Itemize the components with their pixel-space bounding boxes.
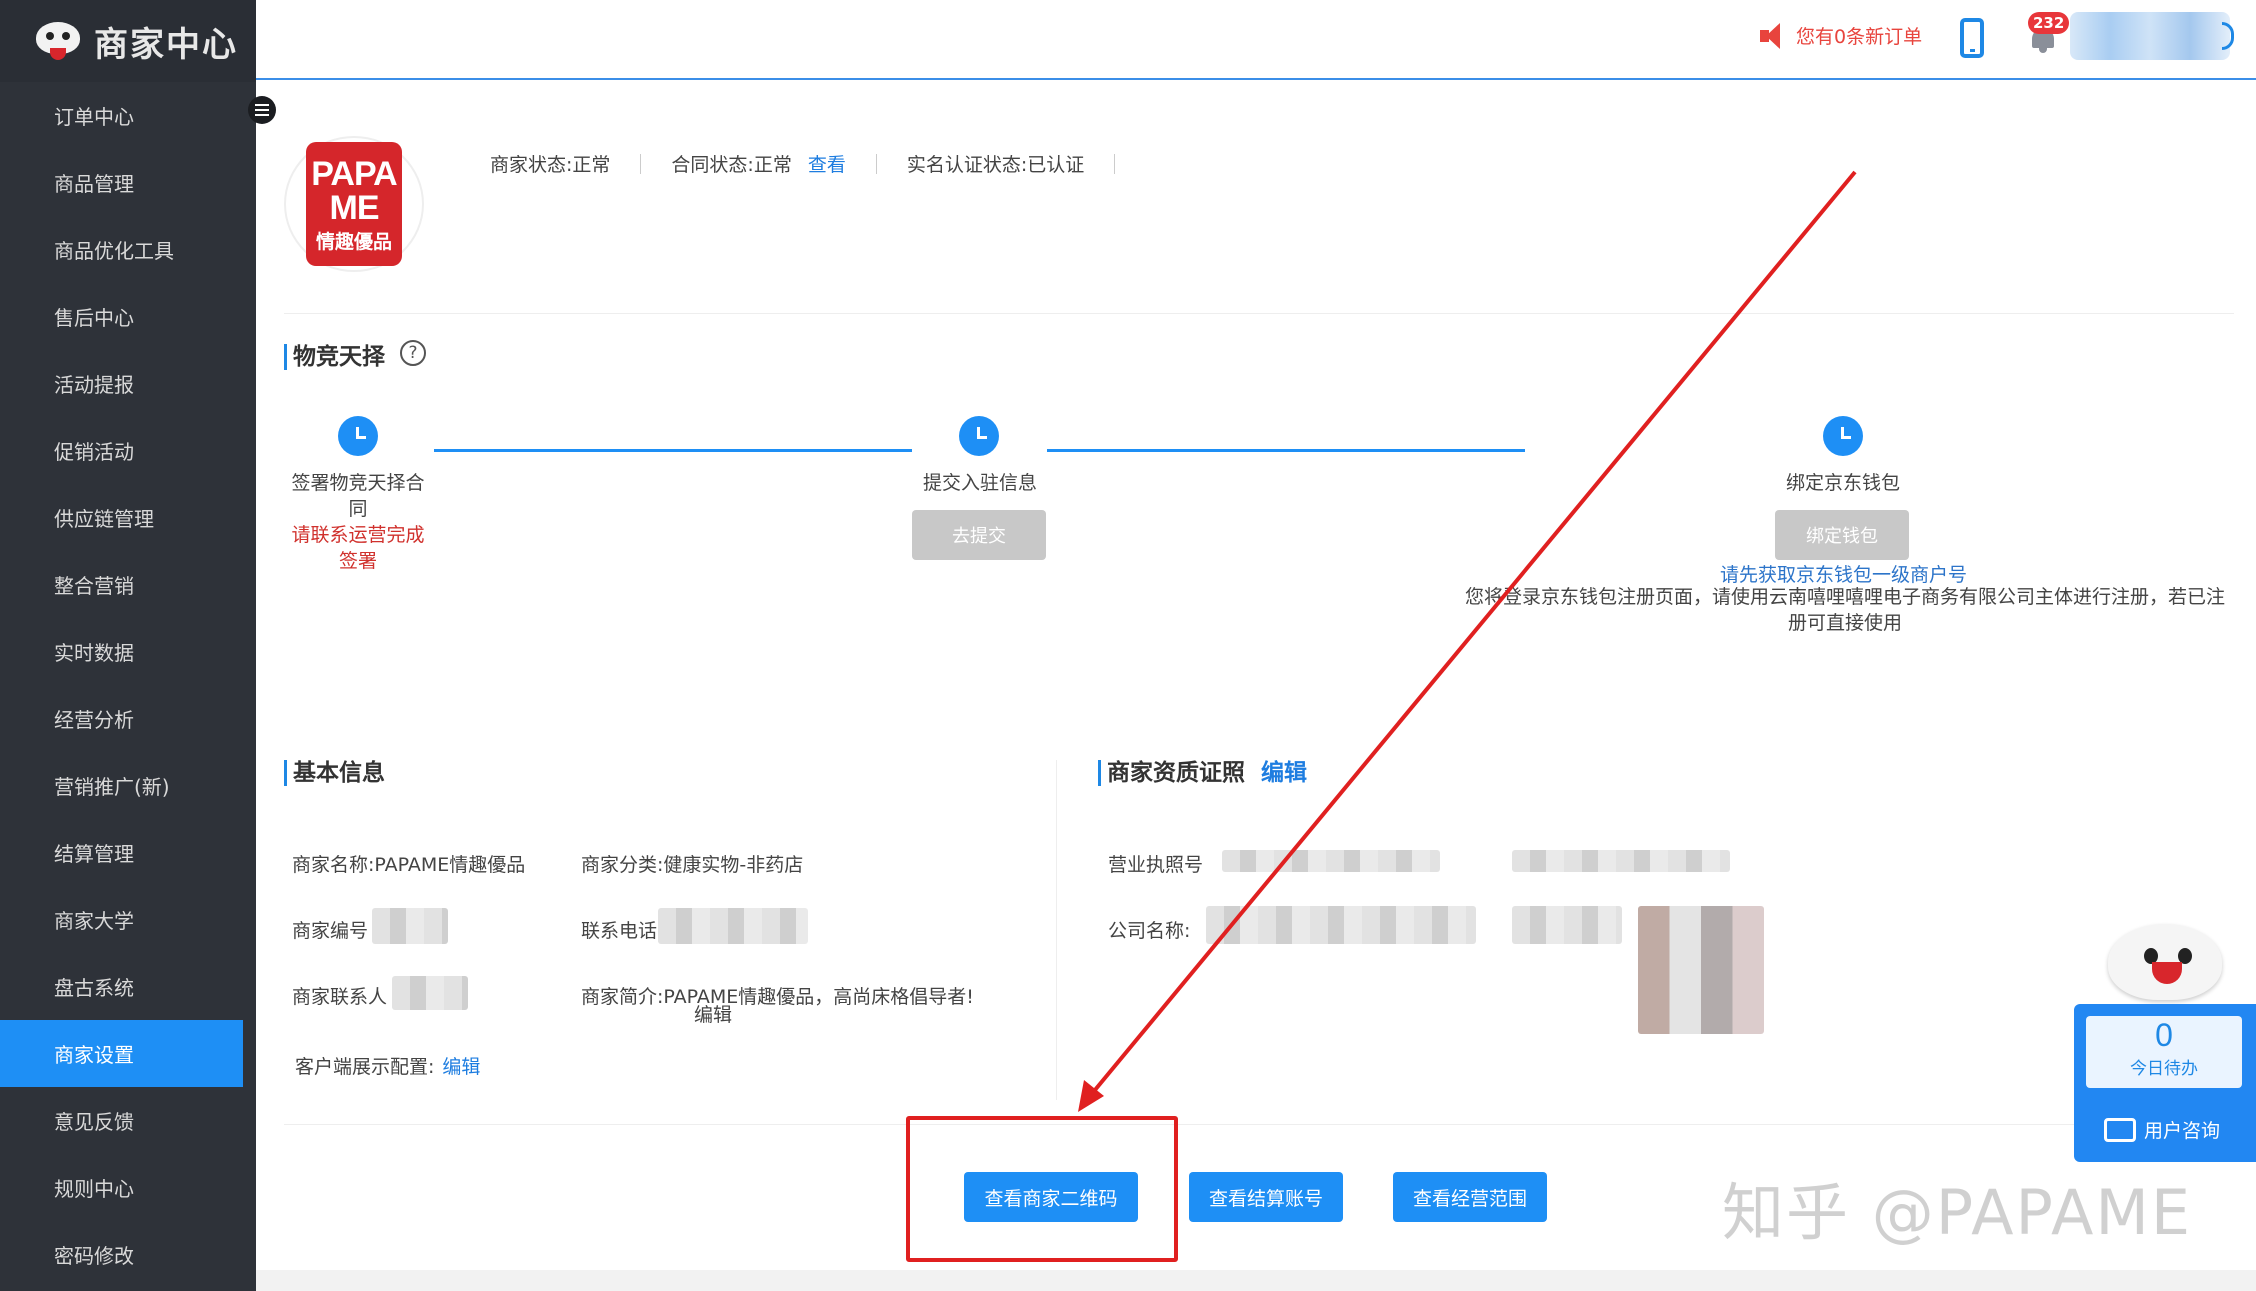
contact-label: 商家联系人 bbox=[292, 986, 388, 1008]
sidebar-item[interactable]: 实时数据 bbox=[0, 618, 243, 685]
client-config-label: 客户端展示配置: bbox=[295, 1056, 435, 1078]
client-config-edit-link[interactable]: 编辑 bbox=[442, 1056, 480, 1078]
company-name-label: 公司名称: bbox=[1108, 920, 1191, 942]
sidebar-item[interactable]: 密码修改 bbox=[0, 1221, 243, 1288]
divider bbox=[284, 313, 2234, 314]
store-name-label: 商家名称: bbox=[292, 854, 375, 876]
sidebar-item[interactable]: 售后中心 bbox=[0, 283, 243, 350]
license-image-blurred[interactable] bbox=[1638, 906, 1764, 1034]
mascot-icon bbox=[2098, 918, 2230, 1008]
divider bbox=[284, 1124, 2234, 1125]
store-id-blurred bbox=[372, 908, 448, 944]
step-2-clock-icon bbox=[959, 416, 999, 456]
speaker-icon bbox=[1760, 22, 1790, 49]
store-status-bar: 商家状态: 正常 合同状态: 正常 查看 实名认证状态: 已认证 bbox=[490, 150, 1145, 177]
license-number-blurred bbox=[1222, 850, 1440, 872]
step-connector bbox=[434, 449, 912, 452]
sidebar-item[interactable]: 盘古系统 bbox=[0, 953, 243, 1020]
todo-label: 今日待办 bbox=[2130, 1059, 2198, 1079]
company-extra-blurred bbox=[1512, 906, 1622, 944]
service-widget: 0 今日待办 用户咨询 bbox=[2074, 1004, 2256, 1162]
mascot-logo-icon bbox=[30, 18, 86, 64]
step-3-label: 绑定京东钱包 bbox=[1785, 472, 1900, 494]
chat-icon bbox=[2104, 1117, 2136, 1142]
papame-logo: PAPA ME 情趣優品 bbox=[306, 142, 402, 266]
annotation-highlight-box bbox=[906, 1116, 1178, 1262]
user-account-blurred[interactable] bbox=[2070, 12, 2230, 60]
sidebar-item[interactable]: 商家大学 bbox=[0, 886, 243, 953]
logistics-section-title: 物竞天择 bbox=[284, 344, 385, 370]
todo-count: 0 bbox=[2155, 1017, 2173, 1053]
license-title: 商家资质证照 bbox=[1107, 760, 1245, 786]
wallet-description: 您将登录京东钱包注册页面，请使用云南嘻哩嘻哩电子商务有限公司主体进行注册，若已注… bbox=[1464, 586, 2225, 634]
new-order-text: 您有0条新订单 bbox=[1796, 26, 1923, 48]
basic-info-title: 基本信息 bbox=[284, 760, 385, 786]
column-divider bbox=[1056, 760, 1057, 1100]
sidebar-item[interactable]: 整合营销 bbox=[0, 551, 243, 618]
sidebar-item[interactable]: 营销推广(新) bbox=[0, 752, 243, 819]
merchant-status-label: 商家状态: bbox=[490, 154, 573, 176]
merchant-status-value: 正常 bbox=[572, 154, 611, 176]
sidebar-item[interactable]: 活动提报 bbox=[0, 350, 243, 417]
realname-status-value: 已认证 bbox=[1027, 154, 1085, 176]
sidebar-item[interactable]: 商品优化工具 bbox=[0, 216, 243, 283]
view-settlement-account-button[interactable]: 查看结算账号 bbox=[1189, 1172, 1343, 1222]
step-2-label: 提交入驻信息 bbox=[922, 472, 1037, 494]
sidebar-item[interactable]: 商品管理 bbox=[0, 149, 243, 216]
wallet-hint-link[interactable]: 请先获取京东钱包一级商户号 bbox=[1720, 560, 1967, 587]
license-extra-blurred bbox=[1512, 850, 1730, 872]
intro-edit-link[interactable]: 编辑 bbox=[694, 1000, 732, 1027]
sidebar-item[interactable]: 促销活动 bbox=[0, 417, 243, 484]
sidebar-item[interactable]: 经营分析 bbox=[0, 685, 243, 752]
license-number-label: 营业执照号 bbox=[1108, 854, 1204, 876]
sidebar-item[interactable]: 结算管理 bbox=[0, 819, 243, 886]
realname-status-label: 实名认证状态: bbox=[906, 154, 1028, 176]
mobile-icon[interactable] bbox=[1960, 18, 1984, 58]
contract-status-label: 合同状态: bbox=[671, 154, 754, 176]
step-1-label: 签署物竞天择合同 bbox=[291, 472, 425, 520]
contact-blurred bbox=[392, 976, 468, 1010]
sidebar-item[interactable]: 订单中心 bbox=[0, 82, 243, 149]
submit-info-button[interactable]: 去提交 bbox=[912, 510, 1046, 560]
app-title: 商家中心 bbox=[94, 24, 238, 65]
contract-view-link[interactable]: 查看 bbox=[808, 150, 846, 177]
top-header bbox=[256, 0, 2256, 80]
notification-badge: 232 bbox=[2028, 12, 2070, 34]
step-3-clock-icon bbox=[1823, 416, 1863, 456]
store-id-label: 商家编号 bbox=[292, 920, 369, 942]
help-icon[interactable]: ? bbox=[400, 340, 426, 366]
license-edit-link[interactable]: 编辑 bbox=[1261, 760, 1307, 786]
sidebar-item[interactable]: 商家设置 bbox=[0, 1020, 243, 1087]
contract-status-value: 正常 bbox=[753, 154, 792, 176]
company-name-blurred bbox=[1206, 906, 1476, 944]
phone-label: 联系电话 bbox=[581, 920, 658, 942]
intro-label: 商家简介: bbox=[581, 986, 664, 1008]
store-category-label: 商家分类: bbox=[581, 854, 664, 876]
sidebar-item[interactable]: 规则中心 bbox=[0, 1154, 243, 1221]
step-1-note: 请联系运营完成签署 bbox=[291, 524, 425, 572]
store-category-value: 健康实物-非药店 bbox=[663, 854, 804, 876]
step-1-clock-icon bbox=[338, 416, 378, 456]
new-order-notice[interactable]: 您有0条新订单 bbox=[1760, 22, 1922, 49]
sidebar-collapse-button[interactable] bbox=[248, 96, 276, 124]
store-name-value: PAPAME情趣優品 bbox=[374, 854, 526, 876]
sidebar-item[interactable]: 意见反馈 bbox=[0, 1087, 243, 1154]
consult-label: 用户咨询 bbox=[2144, 1120, 2221, 1142]
bind-wallet-button[interactable]: 绑定钱包 bbox=[1775, 510, 1909, 560]
menu-icon bbox=[255, 109, 269, 111]
watermark: 知乎 @PAPAME bbox=[1722, 1176, 2193, 1249]
sidebar: 商家中心 订单中心 商品管理 商品优化工具 售后中心 活动提报 促销活动 供应链管理 整合营销… bbox=[0, 0, 256, 1291]
user-consult-button[interactable]: 用户咨询 bbox=[2104, 1116, 2220, 1143]
today-todo-card[interactable]: 0 今日待办 bbox=[2086, 1016, 2242, 1088]
phone-blurred bbox=[658, 908, 808, 944]
sidebar-menu: 订单中心 商品管理 商品优化工具 售后中心 活动提报 促销活动 供应链管理 整合营销 实时数据经… bbox=[0, 82, 243, 1288]
app-logo[interactable]: 商家中心 bbox=[0, 0, 256, 82]
bottom-strip bbox=[256, 1270, 2256, 1291]
view-business-scope-button[interactable]: 查看经营范围 bbox=[1393, 1172, 1547, 1222]
store-avatar: PAPA ME 情趣優品 bbox=[284, 136, 424, 272]
sidebar-item[interactable]: 供应链管理 bbox=[0, 484, 243, 551]
step-connector bbox=[1047, 449, 1525, 452]
